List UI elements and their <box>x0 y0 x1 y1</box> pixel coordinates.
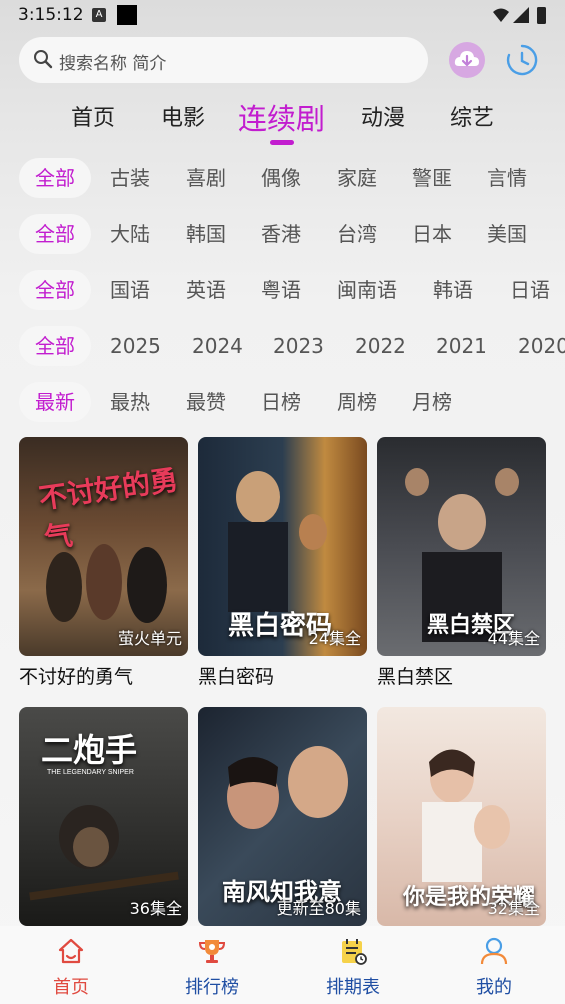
poster-image: 南风知我意 更新至80集 <box>198 707 367 926</box>
clock-history-icon <box>506 44 538 76</box>
video-card[interactable]: 二炮手 THE LEGENDARY SNIPER 36集全 <box>19 707 188 926</box>
filter-chip[interactable]: 全部 <box>19 326 91 366</box>
notification-a-icon: A <box>92 8 106 22</box>
episode-badge: 32集全 <box>487 899 540 918</box>
sort-chip[interactable]: 周榜 <box>337 382 377 422</box>
nav-ranking-label: 排行榜 <box>185 977 239 998</box>
episode-badge: 36集全 <box>129 899 182 918</box>
nav-schedule[interactable]: 排期表 <box>303 926 403 1004</box>
language-filter-row: 全部 国语 英语 粤语 闽南语 韩语 日语 <box>0 270 565 310</box>
filter-chip[interactable]: 台湾 <box>337 214 377 254</box>
filter-chip[interactable]: 全部 <box>19 270 91 310</box>
tab-home[interactable]: 首页 <box>71 100 115 132</box>
wifi-icon <box>493 8 509 22</box>
sort-chip[interactable]: 最新 <box>19 382 91 422</box>
battery-icon <box>537 7 546 24</box>
filter-chip[interactable]: 英语 <box>186 270 226 310</box>
poster-figures-icon <box>29 805 179 901</box>
status-icons <box>491 6 551 30</box>
poster-image: 二炮手 THE LEGENDARY SNIPER 36集全 <box>19 707 188 926</box>
episode-badge: 萤火单元 <box>117 629 182 648</box>
tab-active-indicator <box>270 140 294 145</box>
sort-chip[interactable]: 日榜 <box>261 382 301 422</box>
sort-filter-row: 最新 最热 最赞 日榜 周榜 月榜 <box>0 382 565 422</box>
home-icon <box>56 936 86 970</box>
poster-image: 你是我的荣耀 32集全 <box>377 707 546 926</box>
filter-chip[interactable]: 韩语 <box>433 270 473 310</box>
filter-chip[interactable]: 2023 <box>273 326 324 366</box>
card-title: 黑白密码 <box>198 666 275 688</box>
sort-chip[interactable]: 最赞 <box>186 382 226 422</box>
video-card[interactable]: 黑白禁区 44集全 黑白禁区 <box>377 437 546 689</box>
filter-chip[interactable]: 2021 <box>436 326 487 366</box>
nav-profile[interactable]: 我的 <box>444 926 544 1004</box>
nav-ranking[interactable]: 排行榜 <box>162 926 262 1004</box>
video-card[interactable]: 不讨好的勇气 萤火单元 不讨好的勇气 <box>19 437 188 689</box>
poster-image: 黑白禁区 44集全 <box>377 437 546 656</box>
tab-variety[interactable]: 综艺 <box>450 100 494 132</box>
episode-badge: 更新至80集 <box>276 899 361 918</box>
tab-series[interactable]: 连续剧 <box>238 96 325 138</box>
filter-chip[interactable]: 日语 <box>510 270 550 310</box>
filter-chip[interactable]: 大陆 <box>110 214 150 254</box>
calendar-icon <box>338 936 368 970</box>
history-button[interactable] <box>504 42 540 82</box>
episode-badge: 24集全 <box>308 629 361 648</box>
filter-chip[interactable]: 韩国 <box>186 214 226 254</box>
trophy-icon <box>197 936 227 970</box>
poster-figures-icon <box>46 544 167 623</box>
filter-chip[interactable]: 家庭 <box>337 158 377 198</box>
filter-chip[interactable]: 2025 <box>110 326 161 366</box>
filter-chip[interactable]: 偶像 <box>261 158 301 198</box>
video-card[interactable]: 南风知我意 更新至80集 <box>198 707 367 926</box>
filter-chip[interactable]: 古装 <box>110 158 150 198</box>
poster-image: 黑白密码 24集全 <box>198 437 367 656</box>
tab-movie[interactable]: 电影 <box>161 100 205 132</box>
card-title: 不讨好的勇气 <box>19 666 134 688</box>
filter-chip[interactable]: 2020 <box>518 326 565 366</box>
region-filter-row: 全部 大陆 韩国 香港 台湾 日本 美国 <box>0 214 565 254</box>
filter-chip[interactable]: 2024 <box>192 326 243 366</box>
search-placeholder: 搜索名称 简介 <box>59 54 167 74</box>
filter-chip[interactable]: 言情 <box>487 158 527 198</box>
card-title: 黑白禁区 <box>377 666 454 688</box>
filter-chip[interactable]: 喜剧 <box>186 158 226 198</box>
bottom-nav: 首页 排行榜 排期表 我的 <box>0 926 565 1004</box>
filter-chip[interactable]: 闽南语 <box>337 270 397 310</box>
cloud-download-icon <box>454 51 479 67</box>
filter-chip[interactable]: 日本 <box>412 214 452 254</box>
episode-badge: 44集全 <box>487 629 540 648</box>
search-input[interactable]: 搜索名称 简介 <box>19 37 428 83</box>
filter-chip[interactable]: 粤语 <box>261 270 301 310</box>
sort-chip[interactable]: 月榜 <box>412 382 452 422</box>
genre-filter-row: 全部 古装 喜剧 偶像 家庭 警匪 言情 <box>0 158 565 198</box>
nav-profile-label: 我的 <box>476 977 512 998</box>
filter-chip[interactable]: 警匪 <box>412 158 452 198</box>
notification-square-icon <box>117 5 137 25</box>
filter-chip[interactable]: 全部 <box>19 214 91 254</box>
status-time: 3:15:12 <box>18 5 84 25</box>
user-icon <box>479 936 509 970</box>
nav-home-label: 首页 <box>53 977 89 998</box>
nav-schedule-label: 排期表 <box>326 977 380 998</box>
year-filter-row: 全部 2025 2024 2023 2022 2021 2020 <box>0 326 565 366</box>
poster-image: 不讨好的勇气 萤火单元 <box>19 437 188 656</box>
filter-chip[interactable]: 全部 <box>19 158 91 198</box>
video-card[interactable]: 你是我的荣耀 32集全 <box>377 707 546 926</box>
nav-home[interactable]: 首页 <box>21 926 121 1004</box>
filter-chip[interactable]: 2022 <box>355 326 406 366</box>
video-card[interactable]: 黑白密码 24集全 黑白密码 <box>198 437 367 689</box>
signal-icon <box>513 7 529 23</box>
sort-chip[interactable]: 最热 <box>110 382 150 422</box>
status-bar: 3:15:12 A <box>0 0 565 32</box>
search-icon <box>33 49 53 73</box>
filter-chip[interactable]: 香港 <box>261 214 301 254</box>
filter-chip[interactable]: 国语 <box>110 270 150 310</box>
tab-anime[interactable]: 动漫 <box>361 100 405 132</box>
download-button[interactable] <box>449 42 485 78</box>
filter-chip[interactable]: 美国 <box>487 214 527 254</box>
